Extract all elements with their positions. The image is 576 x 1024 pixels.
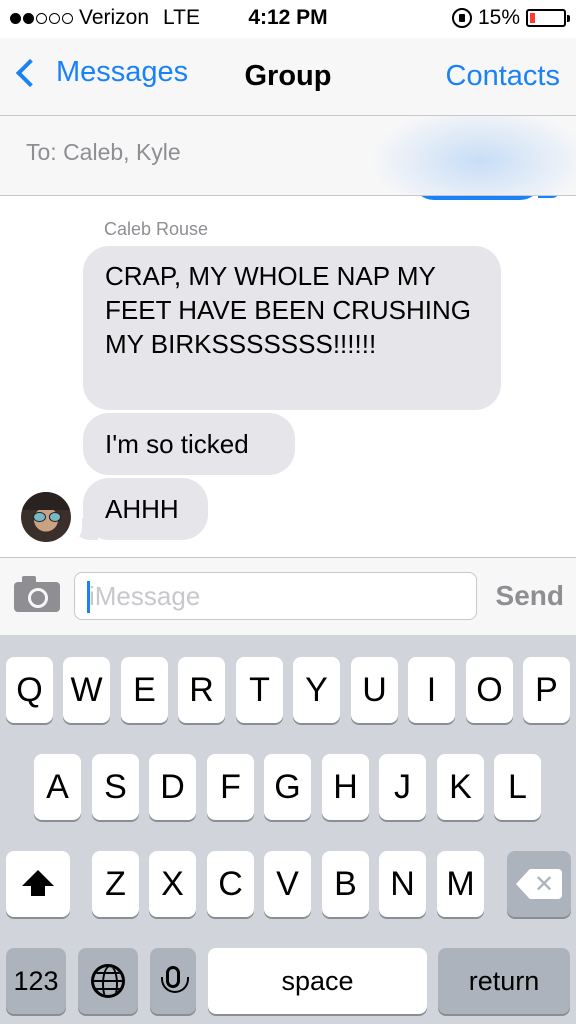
imessage-input[interactable] (74, 572, 477, 620)
status-bar: Verizon LTE 4:12 PM 15% (0, 0, 576, 38)
rotation-lock-icon (451, 8, 472, 28)
outgoing-bubble-tail (538, 196, 560, 198)
key-u[interactable]: U (351, 657, 398, 723)
outgoing-message-bubble-partial (412, 196, 542, 200)
globe-key[interactable] (78, 948, 138, 1014)
globe-icon (91, 964, 125, 998)
key-h[interactable]: H (322, 754, 369, 820)
key-y[interactable]: Y (293, 657, 340, 723)
key-x[interactable]: X (149, 851, 196, 917)
status-right: 15% (451, 6, 570, 30)
space-key[interactable]: space (208, 948, 427, 1014)
microphone-icon (161, 966, 189, 993)
incoming-message-bubble[interactable]: I'm so ticked (83, 413, 295, 475)
dictation-key[interactable] (150, 948, 196, 1014)
key-w[interactable]: W (63, 657, 110, 723)
key-c[interactable]: C (207, 851, 254, 917)
battery-percent: 15% (477, 6, 520, 29)
key-b[interactable]: B (322, 851, 369, 917)
key-q[interactable]: Q (6, 657, 53, 723)
delete-key[interactable]: ✕ (507, 851, 571, 917)
key-p[interactable]: P (523, 657, 570, 723)
key-a[interactable]: A (34, 754, 81, 820)
camera-icon[interactable] (14, 576, 60, 612)
contacts-button[interactable]: Contacts (446, 60, 560, 93)
incoming-message-bubble[interactable]: AHHH (83, 478, 208, 540)
battery-icon (526, 9, 570, 27)
text-cursor (87, 581, 90, 613)
shift-arrow-icon (22, 870, 54, 896)
battery-fill (530, 13, 535, 23)
sender-name: Caleb Rouse (104, 219, 209, 239)
send-button[interactable]: Send (496, 580, 564, 612)
numbers-key[interactable]: 123 (6, 948, 66, 1014)
return-key[interactable]: return (438, 948, 570, 1014)
key-j[interactable]: J (379, 754, 426, 820)
back-button-label: Messages (56, 56, 189, 88)
blurred-background (370, 116, 576, 195)
key-e[interactable]: E (121, 657, 168, 723)
key-r[interactable]: R (178, 657, 225, 723)
key-g[interactable]: G (264, 754, 311, 820)
chevron-left-icon (15, 58, 45, 87)
key-s[interactable]: S (92, 754, 139, 820)
key-m[interactable]: M (437, 851, 484, 917)
key-i[interactable]: I (408, 657, 455, 723)
conversation-thread[interactable]: Caleb Rouse CRAP, MY WHOLE NAP MY FEET H… (0, 196, 576, 557)
recipients-label: To: Caleb, Kyle (26, 139, 181, 165)
key-n[interactable]: N (379, 851, 426, 917)
back-to-messages-button[interactable]: Messages (12, 56, 188, 89)
key-o[interactable]: O (466, 657, 513, 723)
key-t[interactable]: T (236, 657, 283, 723)
key-z[interactable]: Z (92, 851, 139, 917)
key-f[interactable]: F (207, 754, 254, 820)
avatar-hair (21, 492, 71, 510)
recipients-field[interactable]: To: Caleb, Kyle (0, 116, 576, 196)
shift-key[interactable] (6, 851, 70, 917)
key-k[interactable]: K (437, 754, 484, 820)
incoming-message-bubble[interactable]: CRAP, MY WHOLE NAP MY FEET HAVE BEEN CRU… (83, 246, 501, 410)
avatar-glasses (33, 512, 61, 522)
delete-backspace-icon: ✕ (516, 869, 562, 899)
key-d[interactable]: D (149, 754, 196, 820)
key-l[interactable]: L (494, 754, 541, 820)
key-v[interactable]: V (264, 851, 311, 917)
avatar[interactable] (21, 492, 71, 542)
keyboard: Q W E R T Y U I O P A S D F G H J K L Z … (0, 635, 576, 1024)
message-composer: Send (0, 557, 576, 635)
navigation-bar: Messages Group Contacts (0, 38, 576, 116)
